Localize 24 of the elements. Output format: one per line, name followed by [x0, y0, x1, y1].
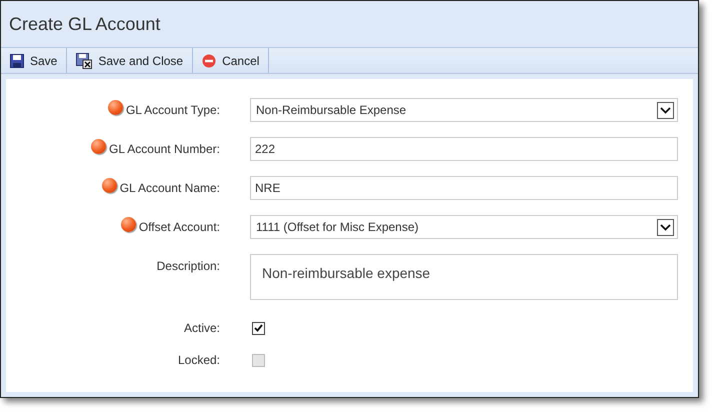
field-label: Offset Account:: [138, 219, 220, 236]
window-title: Create GL Account: [9, 12, 160, 36]
checkmark-icon: [254, 324, 263, 332]
toolbar-button[interactable]: Cancel: [193, 48, 270, 73]
field-label: Active:: [184, 320, 220, 337]
text-area[interactable]: Non-reimbursable expense: [250, 254, 678, 300]
floppy-disk-x-icon: [76, 52, 92, 68]
cancel-icon: [202, 54, 216, 68]
toolbar-button[interactable]: Save: [1, 48, 68, 73]
field-label: GL Account Name:: [120, 180, 220, 197]
field-label: GL Account Number:: [109, 141, 220, 158]
checkbox[interactable]: [252, 322, 265, 334]
field-label: Locked:: [178, 352, 220, 369]
dropdown-field[interactable]: Non-Reimbursable Expense: [250, 98, 678, 122]
dropdown-field[interactable]: 1111 (Offset for Misc Expense): [250, 215, 678, 239]
input-field[interactable]: NRE: [250, 176, 678, 200]
input-field[interactable]: 222: [250, 137, 678, 161]
chevron-down-icon: [660, 106, 671, 114]
chevron-down-icon: [660, 224, 671, 230]
dropdown-button[interactable]: [657, 102, 674, 118]
field-label: Description:: [156, 258, 220, 275]
toolbar-button[interactable]: Save and Close: [67, 48, 194, 73]
dropdown-button[interactable]: [657, 218, 674, 236]
field-label: GL Account Type:: [126, 102, 220, 119]
